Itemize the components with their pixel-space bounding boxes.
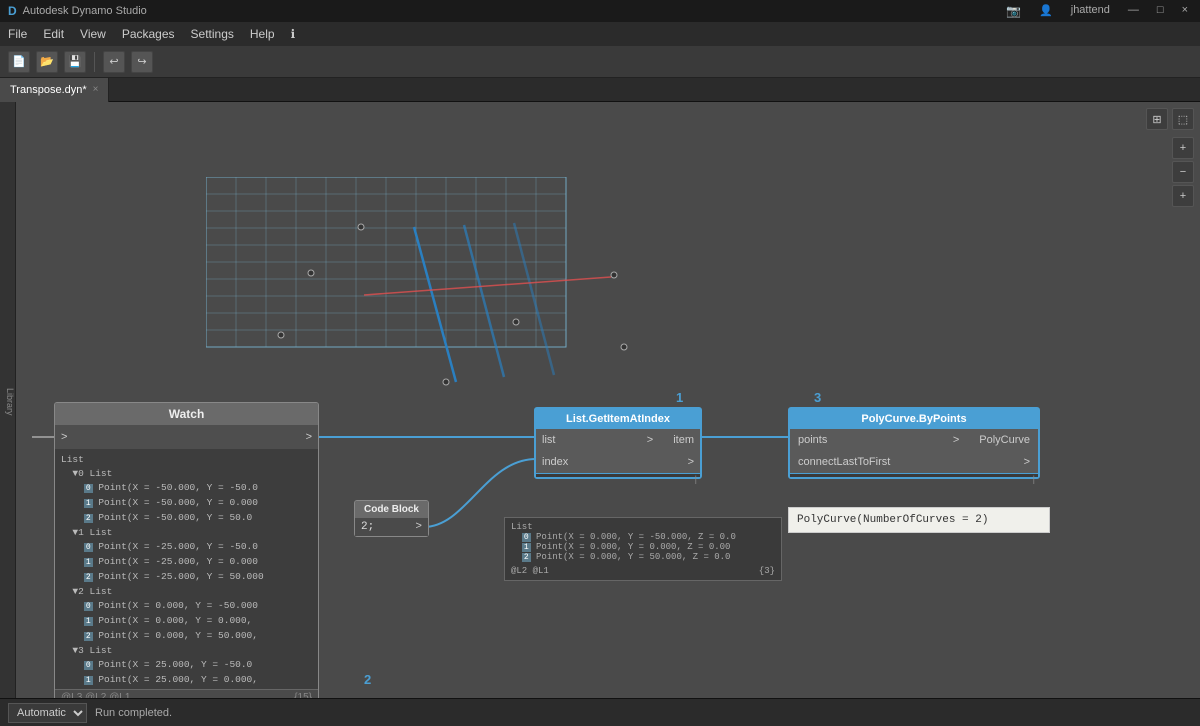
- menubar: File Edit View Packages Settings Help ℹ: [0, 22, 1200, 46]
- menu-packages[interactable]: Packages: [122, 27, 175, 41]
- statusbar: Automatic Manual Run completed.: [0, 698, 1200, 726]
- list-get-row-list: list > item: [536, 429, 700, 451]
- label-3: 3: [814, 390, 821, 405]
- menu-settings[interactable]: Settings: [191, 27, 234, 41]
- watch-port-in[interactable]: >: [61, 431, 67, 443]
- watch-title: Watch: [169, 407, 205, 421]
- open-button[interactable]: 📂: [36, 51, 58, 73]
- 3d-viewport: [206, 177, 656, 397]
- tab-label: Transpose.dyn*: [10, 84, 87, 96]
- new-button[interactable]: 📄: [8, 51, 30, 73]
- tab-close-btn[interactable]: ×: [93, 84, 99, 95]
- codeblock-title: Code Block: [364, 504, 419, 515]
- user-icon[interactable]: 👤: [1035, 4, 1057, 18]
- zoom-fit-btn[interactable]: +: [1172, 185, 1194, 207]
- view-2d-btn[interactable]: ⊞: [1146, 108, 1168, 130]
- tabbar: Transpose.dyn* ×: [0, 78, 1200, 102]
- polycurve-footer: |: [790, 473, 1038, 477]
- watch-node-header: Watch: [55, 403, 318, 425]
- label-1: 1: [676, 390, 683, 405]
- run-mode-select[interactable]: Automatic Manual: [8, 703, 87, 723]
- polycurve-row-connect: connectLastToFirst >: [790, 451, 1038, 473]
- zoom-controls: + − +: [1172, 137, 1194, 207]
- canvas[interactable]: ⊞ ⬚ + − +: [16, 102, 1200, 698]
- app-icon: D: [8, 4, 17, 18]
- redo-button[interactable]: ↪: [131, 51, 153, 73]
- app-title: Autodesk Dynamo Studio: [23, 5, 147, 17]
- zoom-in-btn[interactable]: +: [1172, 137, 1194, 159]
- minimize-btn[interactable]: —: [1124, 4, 1143, 18]
- menu-file[interactable]: File: [8, 27, 27, 41]
- titlebar: D Autodesk Dynamo Studio 📷 👤 jhattend — …: [0, 0, 1200, 22]
- camera-icon[interactable]: 📷: [1002, 4, 1025, 18]
- view-3d-btn[interactable]: ⬚: [1172, 108, 1194, 130]
- list-get-header: List.GetItemAtIndex: [536, 409, 700, 429]
- list-getitematindex-node: List.GetItemAtIndex list > item index > …: [534, 407, 702, 479]
- list-get-row-index: index >: [536, 451, 700, 473]
- label-2: 2: [364, 672, 371, 687]
- polycurve-result: PolyCurve(NumberOfCurves = 2): [797, 514, 988, 526]
- codeblock-value[interactable]: 2;: [361, 521, 374, 533]
- polycurve-preview: PolyCurve(NumberOfCurves = 2): [788, 507, 1050, 533]
- watch-node-footer: @L3 @L2 @L1 {15}: [55, 689, 318, 698]
- menu-help[interactable]: Help: [250, 27, 275, 41]
- list-get-footer: |: [536, 473, 700, 477]
- titlebar-left: D Autodesk Dynamo Studio: [8, 4, 147, 18]
- watch-node-body: List ▼0 List 0 Point(X = -50.000, Y = -5…: [55, 449, 318, 689]
- tab-transpose[interactable]: Transpose.dyn* ×: [0, 78, 109, 102]
- menu-info[interactable]: ℹ: [291, 27, 296, 41]
- restore-btn[interactable]: □: [1153, 4, 1168, 18]
- codeblock-header: Code Block: [355, 501, 428, 518]
- list-get-preview: List 0 Point(X = 0.000, Y = -50.000, Z =…: [504, 517, 782, 581]
- menu-edit[interactable]: Edit: [43, 27, 64, 41]
- codeblock-node: Code Block 2; >: [354, 500, 429, 537]
- polycurve-row-points: points > PolyCurve: [790, 429, 1038, 451]
- codeblock-out[interactable]: >: [415, 521, 422, 533]
- undo-button[interactable]: ↩: [103, 51, 125, 73]
- run-status: Run completed.: [95, 707, 172, 719]
- menu-view[interactable]: View: [80, 27, 106, 41]
- save-button[interactable]: 💾: [64, 51, 86, 73]
- watch-node: Watch > > List ▼0 List 0 Point(X = -50.0…: [54, 402, 319, 698]
- username: jhattend: [1067, 4, 1114, 18]
- library-sidebar[interactable]: Library: [0, 102, 16, 698]
- polycurve-header: PolyCurve.ByPoints: [790, 409, 1038, 429]
- zoom-out-btn[interactable]: −: [1172, 161, 1194, 183]
- close-btn[interactable]: ×: [1178, 4, 1192, 18]
- titlebar-controls: 📷 👤 jhattend — □ ×: [1002, 4, 1192, 18]
- watch-port-out[interactable]: >: [306, 431, 312, 443]
- polycurve-bypoints-node: PolyCurve.ByPoints points > PolyCurve co…: [788, 407, 1040, 479]
- main-area: Library ⊞ ⬚ + − +: [0, 102, 1200, 698]
- toolbar: 📄 📂 💾 ↩ ↪: [0, 46, 1200, 78]
- canvas-controls: ⊞ ⬚: [1146, 108, 1194, 130]
